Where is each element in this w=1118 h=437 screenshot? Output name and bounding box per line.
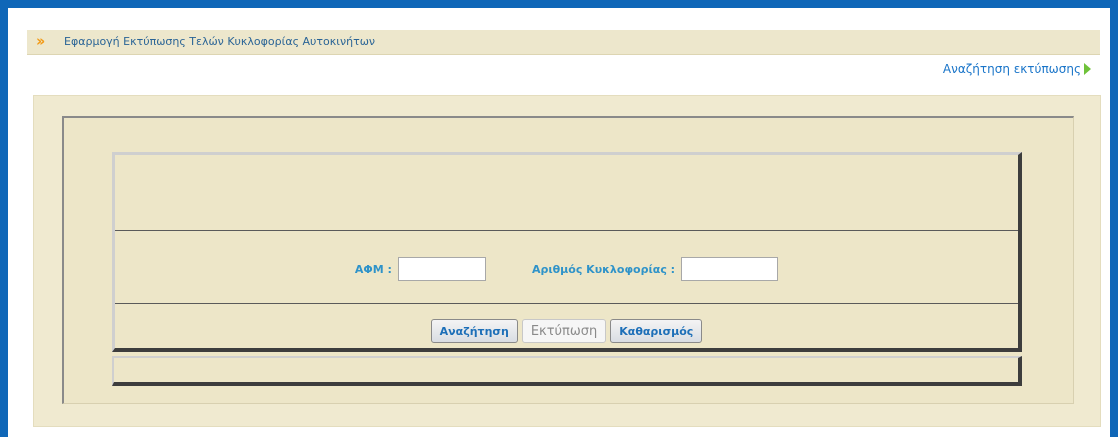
search-print-link[interactable]: Αναζήτηση εκτύπωσης	[943, 62, 1091, 76]
afm-input[interactable]	[397, 257, 486, 281]
plate-number-input[interactable]	[681, 257, 779, 281]
search-button[interactable]: Αναζήτηση	[430, 319, 518, 343]
clear-button[interactable]: Καθαρισμός	[610, 319, 703, 343]
search-print-link-label: Αναζήτηση εκτύπωσης	[942, 62, 1081, 76]
plate-field-group: Αριθμός Κυκλοφορίας :	[531, 257, 779, 281]
double-chevron-right-icon: ››	[36, 32, 46, 50]
play-arrow-icon	[1084, 63, 1091, 75]
search-form-box: ΑΦΜ : Αριθμός Κυκλοφορίας : Αναζήτηση Εκ…	[112, 152, 1022, 352]
plate-number-label: Αριθμός Κυκλοφορίας :	[531, 262, 676, 276]
page-title: Εφαρμογή Εκτύπωσης Τελών Κυκλοφορίας Αυτ…	[64, 35, 376, 48]
divider	[115, 230, 1018, 231]
afm-label: ΑΦΜ :	[354, 262, 392, 276]
button-row: Αναζήτηση Εκτύπωση Καθαρισμός	[115, 319, 1018, 343]
print-button[interactable]: Εκτύπωση	[521, 319, 607, 343]
form-fields-row: ΑΦΜ : Αριθμός Κυκλοφορίας :	[115, 257, 1018, 281]
afm-field-group: ΑΦΜ :	[355, 257, 486, 281]
title-bar: ›› Εφαρμογή Εκτύπωσης Τελών Κυκλοφορίας …	[27, 30, 1100, 55]
footer-strip	[112, 356, 1022, 386]
divider	[115, 303, 1018, 304]
